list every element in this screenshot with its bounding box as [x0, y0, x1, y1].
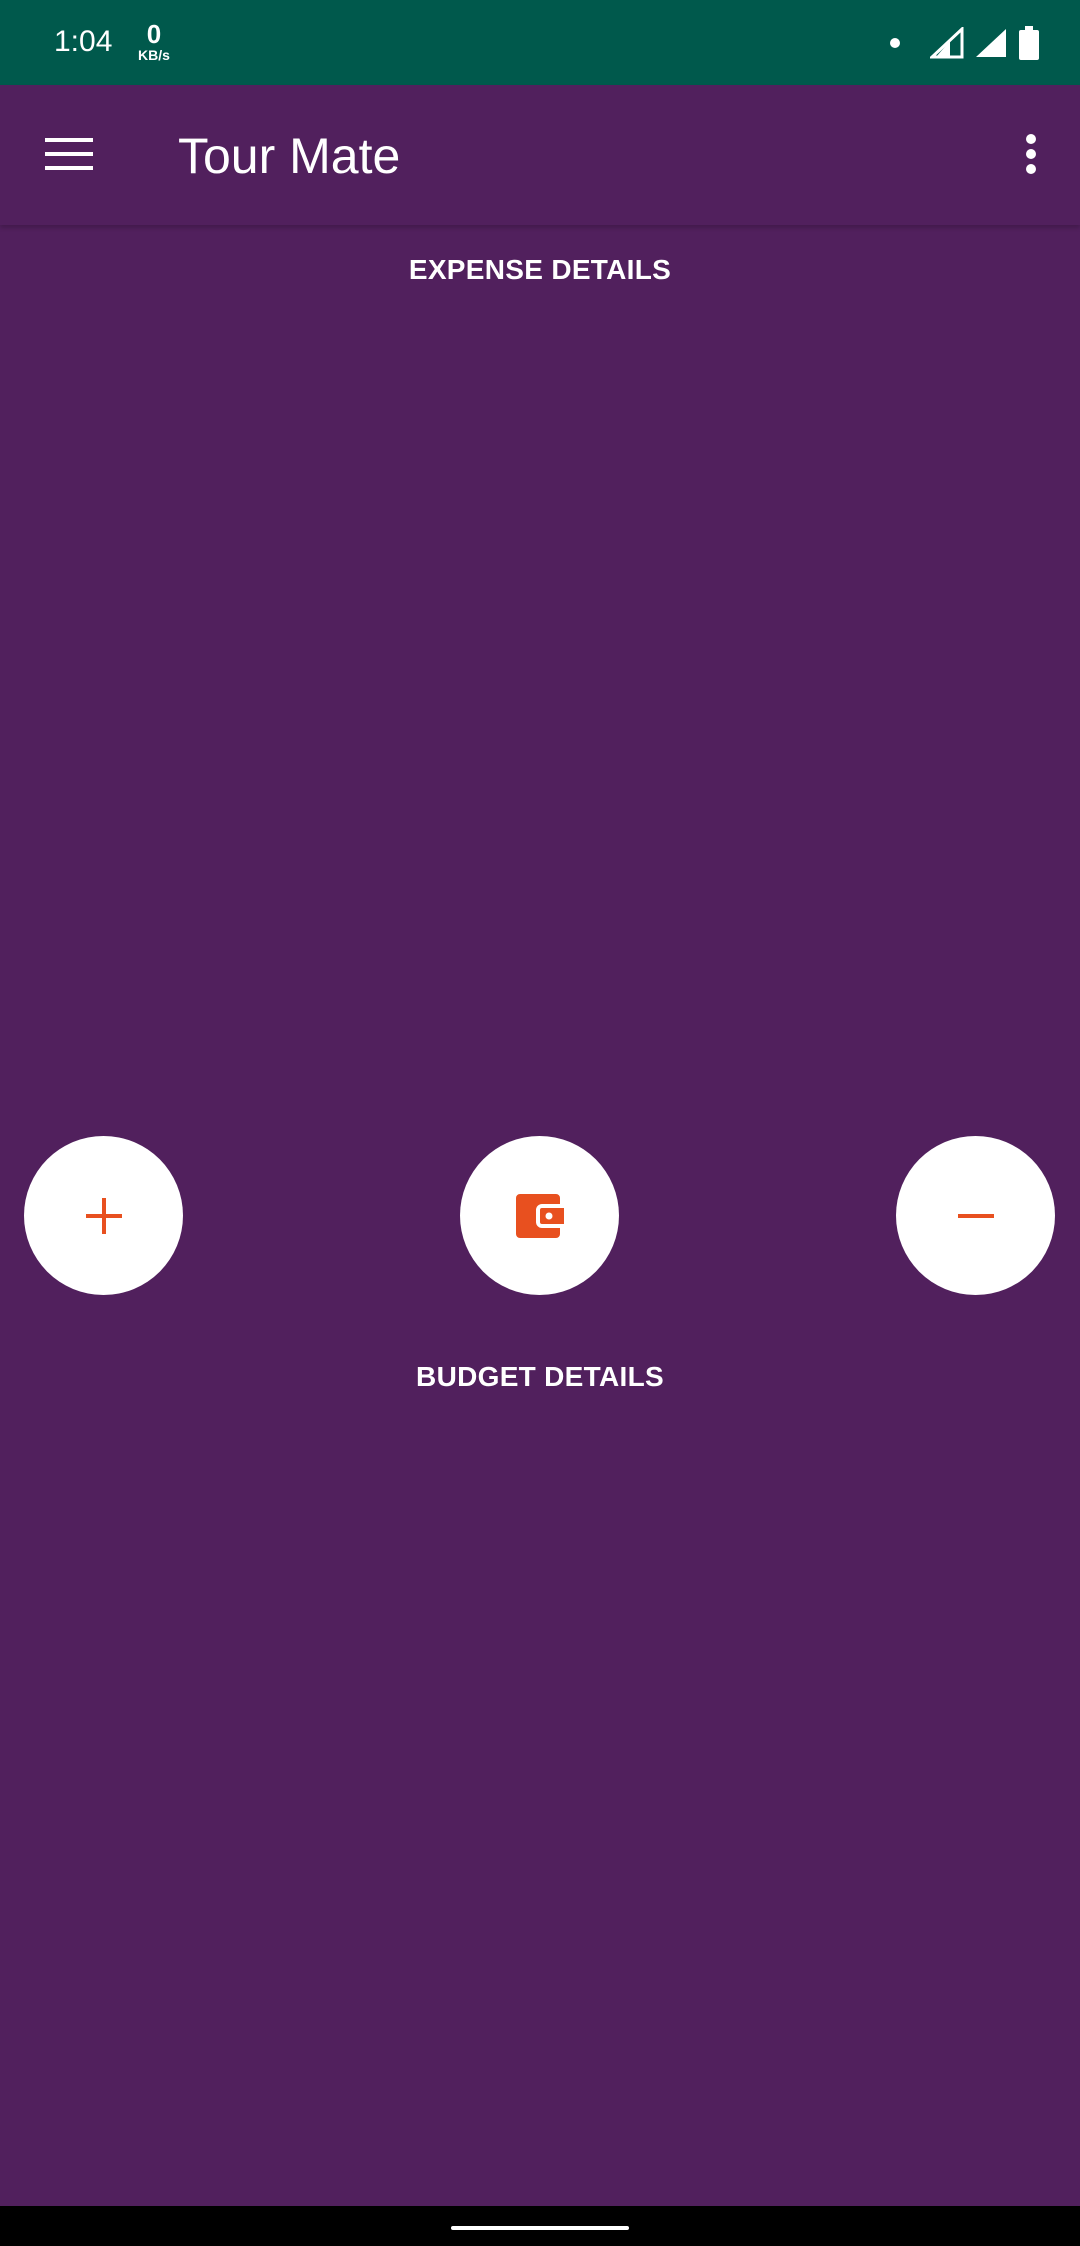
status-icons	[890, 26, 1040, 60]
minus-icon	[957, 1213, 994, 1218]
menu-button[interactable]	[34, 119, 104, 189]
wallet-button[interactable]	[460, 1136, 619, 1295]
network-speed-unit: KB/s	[138, 47, 170, 63]
status-time: 1:04	[54, 25, 113, 58]
budget-details-heading[interactable]: BUDGET DETAILS	[0, 1361, 1080, 1393]
wallet-icon	[515, 1193, 564, 1238]
notification-dot-icon	[890, 38, 900, 48]
network-speed-value: 0	[146, 19, 162, 49]
add-expense-button[interactable]	[896, 1136, 1055, 1295]
app-title: Tour Mate	[178, 128, 401, 184]
more-vert-icon	[1026, 134, 1036, 174]
status-bar: 1:04 0 KB/s	[0, 0, 1080, 85]
battery-icon	[1019, 26, 1039, 60]
add-budget-button[interactable]	[24, 1136, 183, 1295]
signal-icon	[976, 29, 1006, 57]
home-gesture-handle[interactable]	[451, 2226, 629, 2230]
signal-icon	[930, 27, 964, 59]
network-speed: 0 KB/s	[134, 20, 174, 62]
hamburger-menu-icon	[45, 138, 93, 170]
overflow-menu-button[interactable]	[1006, 119, 1056, 189]
app-bar: Tour Mate	[0, 85, 1080, 225]
plus-icon	[85, 1197, 122, 1234]
expense-details-heading[interactable]: EXPENSE DETAILS	[0, 254, 1080, 286]
screen: 1:04 0 KB/s Tour Mate EXPENSE DETAILS BU…	[0, 0, 1080, 2246]
navigation-bar	[0, 2206, 1080, 2246]
